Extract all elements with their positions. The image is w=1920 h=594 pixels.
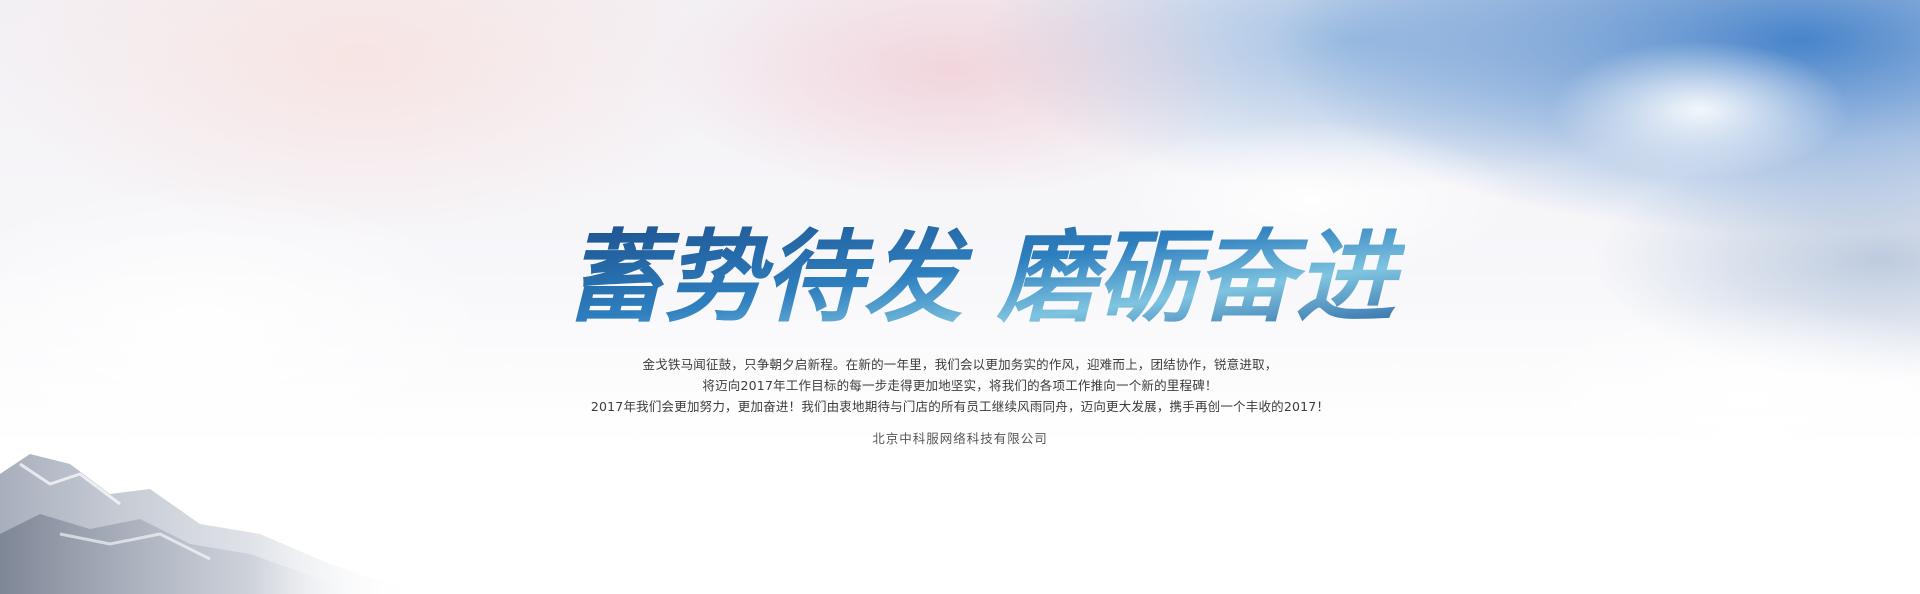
description-line: 将迈向2017年工作目标的每一步走得更加地坚实，将我们的各项工作推向一个新的里程… (702, 378, 1218, 393)
description: 金戈铁马闻征鼓，只争朝夕启新程。在新的一年里，我们会以更加务实的作风，迎难而上，… (560, 354, 1360, 417)
headline-text: 蓄势待发 磨砺奋进 (565, 218, 1405, 336)
hero-content: 蓄势待发 磨砺奋进 金戈铁马闻征鼓，只争朝夕启新程。在新的一年里，我们会以更加务… (0, 0, 1920, 594)
description-line: 金戈铁马闻征鼓，只争朝夕启新程。在新的一年里，我们会以更加务实的作风，迎难而上，… (642, 357, 1278, 372)
company-name: 北京中科服网络科技有限公司 (872, 431, 1048, 446)
hero-banner: 蓄势待发 磨砺奋进 金戈铁马闻征鼓，只争朝夕启新程。在新的一年里，我们会以更加务… (0, 0, 1920, 594)
headline-calligraphy: 蓄势待发 磨砺奋进 (565, 218, 1405, 336)
description-line: 2017年我们会更加努力，更加奋进！我们由衷地期待与门店的所有员工继续风雨同舟，… (590, 399, 1330, 414)
